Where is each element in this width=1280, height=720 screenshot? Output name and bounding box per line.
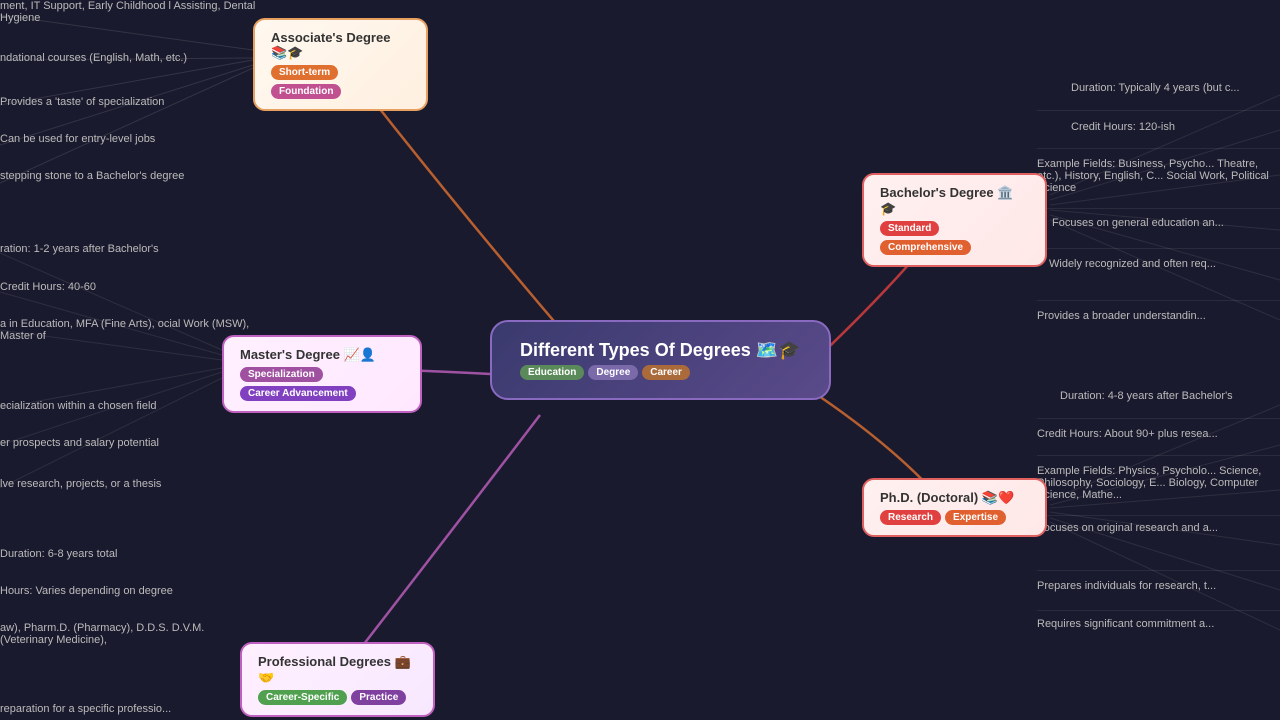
associates-tags: Short-term Foundation bbox=[271, 65, 410, 99]
info-step: stepping stone to a Bachelor's degree bbox=[0, 170, 184, 182]
info-broad-bach: Provides a broader understandin... bbox=[1037, 310, 1206, 322]
masters-tags: Specialization Career Advancement bbox=[240, 367, 404, 401]
masters-node[interactable]: Master's Degree 📈👤 Specialization Career… bbox=[222, 335, 422, 413]
tag-standard: Standard bbox=[880, 221, 939, 236]
tag-short-term: Short-term bbox=[271, 65, 338, 80]
center-node-tags: Education Degree Career bbox=[520, 365, 801, 380]
phd-title: Ph.D. (Doctoral) 📚❤️ bbox=[880, 490, 1029, 506]
masters-title: Master's Degree 📈👤 bbox=[240, 347, 404, 363]
tag-education: Education bbox=[520, 365, 584, 380]
info-wide-bach: Widely recognized and often req... bbox=[1049, 258, 1216, 270]
sep-line-2 bbox=[1037, 148, 1280, 149]
bachelors-title: Bachelor's Degree 🏛️🎓 bbox=[880, 185, 1029, 217]
sep-line-8 bbox=[1037, 515, 1280, 516]
sep-line-3 bbox=[1037, 208, 1280, 209]
info-found: ndational courses (English, Math, etc.) bbox=[0, 52, 187, 64]
info-req-phd: Requires significant commitment a... bbox=[1037, 618, 1214, 630]
sep-line-6 bbox=[1037, 418, 1280, 419]
sep-line-1 bbox=[1037, 110, 1280, 111]
info-ex-bach: Example Fields: Business, Psycho... Thea… bbox=[1037, 158, 1280, 194]
center-node[interactable]: Different Types Of Degrees 🗺️🎓 Education… bbox=[490, 320, 831, 400]
info-prep-prof: reparation for a specific professio... bbox=[0, 703, 171, 715]
info-mgmt: ment, IT Support, Early Childhood l Assi… bbox=[0, 0, 260, 24]
info-ex-masters: a in Education, MFA (Fine Arts), ocial W… bbox=[0, 318, 260, 342]
tag-career-advancement: Career Advancement bbox=[240, 386, 356, 401]
info-prep-phd: Prepares individuals for research, t... bbox=[1037, 580, 1216, 592]
tag-expertise: Expertise bbox=[945, 510, 1006, 525]
info-thesis: lve research, projects, or a thesis bbox=[0, 478, 161, 490]
info-ex-phd: Example Fields: Physics, Psycholo... Sci… bbox=[1037, 465, 1280, 501]
tag-specialization: Specialization bbox=[240, 367, 323, 382]
professional-tags: Career-Specific Practice bbox=[258, 690, 417, 705]
info-taste: Provides a 'taste' of specialization bbox=[0, 96, 164, 108]
info-cr-bach: Credit Hours: 120-ish bbox=[1071, 121, 1175, 133]
info-cr-masters: Credit Hours: 40-60 bbox=[0, 281, 96, 293]
info-gen-bach: Focuses on general education an... bbox=[1052, 217, 1224, 229]
phd-tags: Research Expertise bbox=[880, 510, 1029, 525]
mindmap-canvas: { "center": { "title": "Different Types … bbox=[0, 0, 1280, 720]
tag-practice: Practice bbox=[351, 690, 406, 705]
center-node-title: Different Types Of Degrees 🗺️🎓 bbox=[520, 340, 801, 361]
sep-line-10 bbox=[1037, 610, 1280, 611]
info-spec-masters: ecialization within a chosen field bbox=[0, 400, 157, 412]
bachelors-node[interactable]: Bachelor's Degree 🏛️🎓 Standard Comprehen… bbox=[862, 173, 1047, 267]
info-dur-phd: Duration: 4-8 years after Bachelor's bbox=[1060, 390, 1233, 402]
info-entry: Can be used for entry-level jobs bbox=[0, 133, 155, 145]
phd-node[interactable]: Ph.D. (Doctoral) 📚❤️ Research Expertise bbox=[862, 478, 1047, 537]
info-orig-phd: Focuses on original research and a... bbox=[1037, 522, 1218, 534]
tag-career: Career bbox=[642, 365, 690, 380]
sep-line-5 bbox=[1037, 300, 1280, 301]
info-salary: er prospects and salary potential bbox=[0, 437, 159, 449]
info-ex-prof: aw), Pharm.D. (Pharmacy), D.D.S. D.V.M. … bbox=[0, 622, 260, 646]
info-dur-bach: Duration: Typically 4 years (but c... bbox=[1071, 82, 1240, 94]
info-dur-masters: ration: 1-2 years after Bachelor's bbox=[0, 243, 159, 255]
sep-line-7 bbox=[1037, 455, 1280, 456]
tag-career-specific: Career-Specific bbox=[258, 690, 347, 705]
tag-foundation: Foundation bbox=[271, 84, 341, 99]
info-cr-prof: Hours: Varies depending on degree bbox=[0, 585, 173, 597]
associates-title: Associate's Degree 📚🎓 bbox=[271, 30, 410, 61]
sep-line-9 bbox=[1037, 570, 1280, 571]
bachelors-tags: Standard Comprehensive bbox=[880, 221, 1029, 255]
sep-line-4 bbox=[1037, 248, 1280, 249]
professional-title: Professional Degrees 💼🤝 bbox=[258, 654, 417, 686]
info-dur-prof: Duration: 6-8 years total bbox=[0, 548, 117, 560]
tag-comprehensive: Comprehensive bbox=[880, 240, 971, 255]
info-cr-phd: Credit Hours: About 90+ plus resea... bbox=[1037, 428, 1218, 440]
associates-node[interactable]: Associate's Degree 📚🎓 Short-term Foundat… bbox=[253, 18, 428, 111]
professional-node[interactable]: Professional Degrees 💼🤝 Career-Specific … bbox=[240, 642, 435, 717]
tag-degree: Degree bbox=[588, 365, 638, 380]
tag-research: Research bbox=[880, 510, 941, 525]
